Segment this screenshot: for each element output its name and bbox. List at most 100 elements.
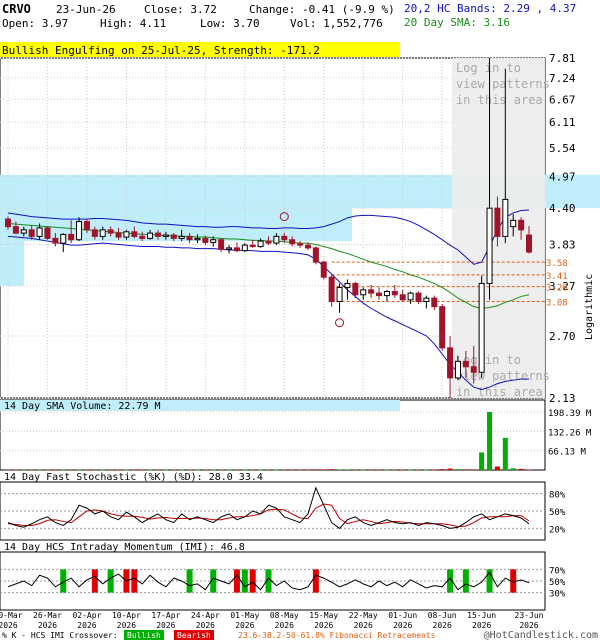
candle-body (12, 226, 19, 234)
candle-body (147, 232, 154, 239)
volume-tick-label: 66.13 M (548, 448, 587, 458)
volume-bar (400, 469, 406, 471)
volume-bar (68, 469, 74, 471)
candle-body (415, 292, 422, 302)
candle-body (360, 289, 367, 296)
candle-body (439, 306, 446, 349)
volume-bar (305, 469, 311, 471)
candle-body (28, 229, 35, 237)
candle-body (289, 239, 296, 245)
x-tick-label: 01-May (230, 611, 259, 620)
imi-title: 14 Day HCS Intraday Momentum (IMI): 46.8 (4, 542, 245, 553)
imi-crossover-marker (241, 569, 248, 593)
volume-bar (258, 469, 264, 471)
candle-body (518, 219, 525, 231)
imi-tick-label: 50% (549, 578, 566, 588)
login-text: in this area (456, 385, 543, 399)
bearish-legend-label: Bearish (177, 631, 211, 640)
volume-bar (44, 469, 50, 471)
stock-chart: CRVO 23-Jun-26 Close: 3.72 Change: -0.41… (0, 2, 600, 640)
candle-body (83, 221, 90, 231)
imi-crossover-marker (107, 569, 114, 593)
candle-body (494, 207, 501, 237)
volume-bar (187, 469, 193, 471)
imi-crossover-marker (312, 569, 319, 593)
stochastic-title: 14 Day Fast Stochastic (%K) (%D): 28.0 3… (4, 472, 263, 483)
candle-body (36, 227, 43, 237)
login-text: Log in to (456, 61, 521, 75)
candle-body (328, 276, 335, 302)
volume-tick-label: 198.39 M (548, 409, 592, 419)
candle-body (344, 282, 351, 288)
volume-bar (13, 469, 19, 471)
x-tick-label: 15-May (309, 611, 338, 620)
login-text: in this area (456, 93, 543, 107)
volume-bar (100, 469, 106, 471)
volume-bar (321, 469, 327, 470)
volume-bar (210, 469, 216, 471)
volume-bar (155, 469, 161, 471)
x-tick-year: 2026 (519, 621, 538, 630)
volume-bar (147, 469, 153, 471)
bullish-legend-label: Bullish (127, 631, 161, 640)
volume-bar (471, 469, 477, 470)
volume-bar (281, 469, 287, 471)
candle-body (52, 237, 59, 244)
candle-body (226, 247, 233, 250)
imi-tick-label: 30% (549, 590, 566, 600)
volume-tick-label: 132.26 M (548, 428, 592, 438)
volume-bar (487, 412, 493, 470)
price-tick-label: 2.70 (549, 330, 576, 343)
volume-bar (502, 437, 508, 470)
fib-label: 3.58 (546, 259, 568, 269)
x-tick-year: 2026 (275, 621, 294, 630)
copyright: @HotCandlestick.com (484, 630, 598, 640)
imi-crossover-marker (233, 569, 240, 593)
candle-body (281, 235, 288, 241)
x-tick-label: 02-Apr (72, 611, 101, 620)
volume-bar (447, 468, 453, 470)
x-tick-year: 2026 (433, 621, 452, 630)
candle-body (218, 239, 225, 250)
volume-bar (463, 469, 469, 470)
change-label: Change: -0.41 (-9.9 %) (249, 3, 395, 16)
x-tick-label: 08-Jun (428, 611, 457, 620)
low-label: Low: 3.70 (200, 17, 260, 30)
volume-bar (179, 469, 185, 471)
imi-crossover-marker (91, 569, 98, 593)
candle-body (202, 237, 209, 243)
volume-bar (76, 469, 82, 471)
volume-bar (479, 452, 485, 470)
candle-body (462, 360, 469, 368)
volume-bar (408, 469, 414, 471)
volume-bar (494, 466, 500, 470)
candle-body (265, 240, 272, 244)
candle-body (257, 240, 264, 248)
volume-bar (123, 469, 129, 471)
volume-bar (194, 469, 200, 471)
volume-title: 14 Day SMA Volume: 22.79 M (4, 401, 161, 412)
volume-panel: 14 Day SMA Volume: 22.79 M 198.39 M 132.26… (0, 399, 592, 471)
candle-body (312, 247, 319, 263)
price-tick-label: 5.54 (549, 142, 576, 155)
x-tick-label: 22-May (349, 611, 378, 620)
candle-body (502, 198, 509, 237)
candle-body (368, 289, 375, 294)
volume-bar (21, 469, 27, 471)
volume-bar (116, 469, 122, 471)
open-label: Open: 3.97 (2, 17, 68, 30)
candle-body (20, 229, 27, 234)
volume-bar (313, 469, 319, 470)
login-text: view patterns (456, 369, 550, 383)
volume-bar (226, 469, 232, 471)
candle-body (454, 360, 461, 379)
x-tick-label: 15-Jun (467, 611, 496, 620)
price-tick-label: 4.40 (549, 202, 576, 215)
volume-bar (29, 469, 35, 471)
candle-body (241, 244, 248, 252)
volume-bar (84, 469, 90, 471)
x-tick-label: 20-Mar (0, 611, 23, 620)
volume-bar (376, 469, 382, 471)
imi-tick-label: 70% (549, 566, 566, 576)
date-label: 23-Jun-26 (56, 3, 116, 16)
